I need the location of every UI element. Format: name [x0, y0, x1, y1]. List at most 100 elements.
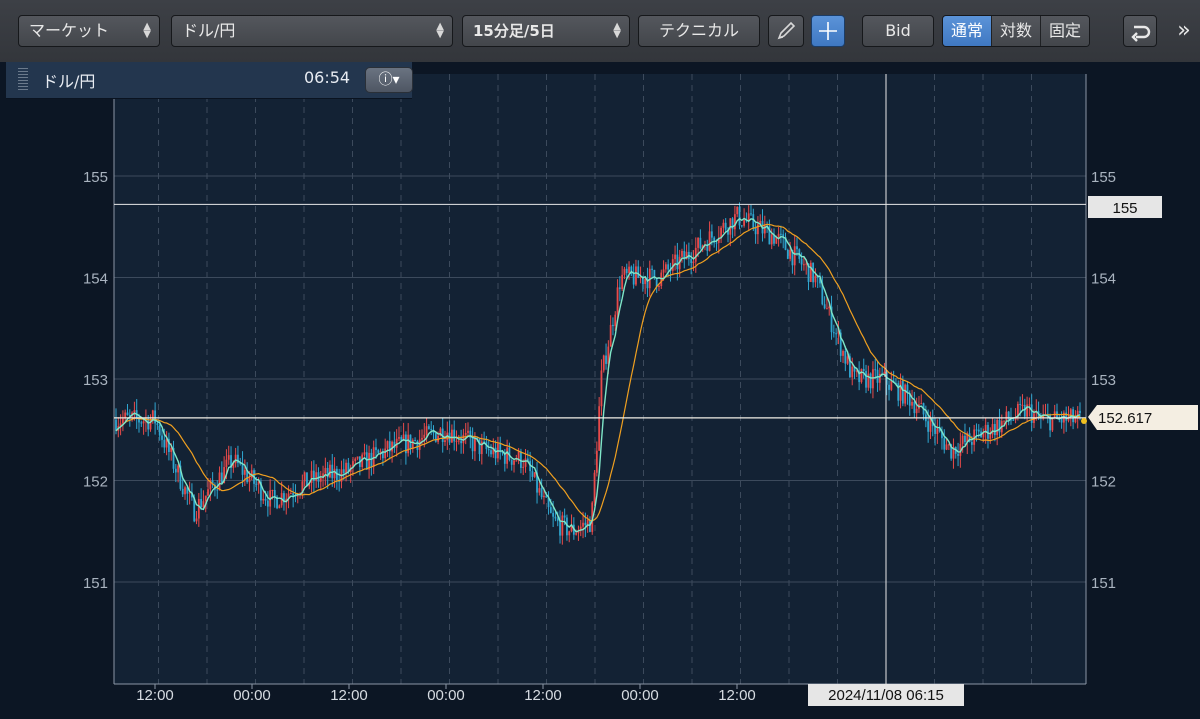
y-tick-label-left: 155: [83, 169, 108, 186]
candle-body: [851, 366, 854, 378]
candle-body: [115, 419, 117, 431]
candle-body: [197, 498, 200, 519]
candle-body: [614, 314, 617, 327]
candle-body: [593, 472, 596, 503]
undo-button[interactable]: [1123, 15, 1157, 47]
candle-body: [467, 430, 469, 433]
crosshair-date-label: 2024/11/08 06:15: [828, 687, 944, 704]
candle-body: [690, 258, 693, 263]
current-price-dot: [1081, 418, 1087, 424]
symbol-select[interactable]: ドル/円 ▲ ▼: [171, 15, 453, 47]
candle-body: [133, 410, 136, 413]
more-button[interactable]: »: [1170, 15, 1198, 47]
candle-body: [342, 469, 345, 473]
candle-body: [391, 441, 393, 452]
candle-body: [161, 435, 163, 440]
candle-body: [975, 429, 978, 431]
candle-body: [651, 268, 653, 270]
symbol-select-label: ドル/円: [182, 21, 236, 40]
candle-body: [915, 408, 918, 414]
candle-body: [789, 250, 792, 259]
candle-body: [993, 424, 996, 436]
candle-body: [204, 495, 207, 502]
candle-body: [913, 401, 916, 414]
candle-body: [927, 421, 930, 432]
y-tick-label-right: 154: [1091, 271, 1116, 288]
candle-body: [460, 440, 463, 444]
candle-body: [453, 429, 456, 442]
candle-body: [740, 225, 743, 227]
info-icon: ⓘ▾: [378, 72, 400, 88]
candle-body: [375, 447, 377, 451]
candle-body: [126, 412, 129, 415]
candle-body: [1079, 410, 1081, 414]
candle-body: [225, 459, 228, 468]
market-select[interactable]: マーケット ▲ ▼: [18, 15, 160, 47]
info-button[interactable]: ⓘ▾: [365, 67, 413, 93]
candle-body: [612, 324, 614, 327]
candle-body: [451, 429, 453, 443]
price-chart[interactable]: 151 151 152 152 153 153 154 154 155 155 12:00 00:0…: [0, 62, 1200, 719]
toolbar: マーケット ▲ ▼ ドル/円 ▲ ▼ 15分足/5日 ▲ ▼ テクニカル Bid 通常…: [0, 0, 1200, 63]
candle-body: [559, 520, 561, 536]
candle-body: [582, 522, 584, 527]
candle-body: [552, 512, 555, 517]
candle-body: [681, 250, 683, 257]
chart-area[interactable]: 151 151 152 152 153 153 154 154 155 155 12:00 00:0…: [0, 62, 1200, 719]
bid-button[interactable]: Bid: [862, 15, 934, 47]
crosshair-button[interactable]: [811, 15, 845, 47]
candle-body: [715, 242, 718, 244]
scale-log-button[interactable]: 対数: [992, 16, 1042, 46]
undo-arrow-icon: [1131, 25, 1151, 42]
candle-body: [625, 268, 628, 274]
candle-body: [227, 455, 230, 460]
candle-body: [434, 433, 437, 442]
candle-body: [754, 227, 757, 235]
scale-fixed-button[interactable]: 固定: [1041, 16, 1090, 46]
candle-body: [430, 428, 433, 430]
x-tick-label: 00:00: [427, 687, 465, 704]
candle-body: [736, 206, 739, 215]
candle-body: [786, 249, 789, 259]
y-tick-label-left: 152: [83, 474, 108, 491]
pencil-button[interactable]: [768, 15, 804, 47]
candle-body: [315, 472, 318, 481]
candle-body: [796, 246, 798, 250]
candle-body: [538, 488, 541, 493]
candle-body: [188, 492, 191, 494]
candle-body: [904, 384, 907, 404]
x-tick-label: 12:00: [718, 687, 756, 704]
candle-body: [324, 467, 327, 474]
candle-body: [266, 500, 269, 507]
candle-body: [943, 438, 946, 450]
bid-button-label: Bid: [885, 21, 911, 40]
x-tick-label: 00:00: [621, 687, 659, 704]
candle-body: [243, 470, 246, 475]
candle-body: [770, 234, 773, 245]
candle-body: [554, 516, 557, 519]
scale-normal-button[interactable]: 通常: [943, 16, 993, 46]
candle-body: [945, 444, 948, 450]
updown-arrow-icon: ▲ ▼: [613, 21, 621, 40]
candle-body: [444, 440, 446, 443]
candle-body: [846, 356, 849, 364]
candle-body: [423, 434, 426, 438]
candle-body: [708, 231, 711, 251]
candle-body: [996, 419, 999, 436]
candle-body: [743, 220, 745, 226]
x-tick-label: 12:00: [136, 687, 174, 704]
technical-button[interactable]: テクニカル: [638, 15, 760, 47]
candle-body: [964, 435, 966, 443]
candle-body: [738, 206, 741, 226]
candle-body: [823, 304, 826, 309]
candle-body: [584, 522, 587, 526]
candle-body: [644, 278, 647, 284]
candle-body: [549, 507, 552, 513]
candle-body: [616, 287, 619, 315]
candle-body: [662, 269, 665, 273]
candle-body: [803, 264, 805, 266]
drag-handle-icon[interactable]: [18, 68, 28, 92]
interval-select[interactable]: 15分足/5日 ▲ ▼: [462, 15, 630, 47]
symbol-info-panel[interactable]: ドル/円 06:54 ⓘ▾: [6, 62, 413, 99]
panel-symbol: ドル/円: [42, 72, 96, 91]
